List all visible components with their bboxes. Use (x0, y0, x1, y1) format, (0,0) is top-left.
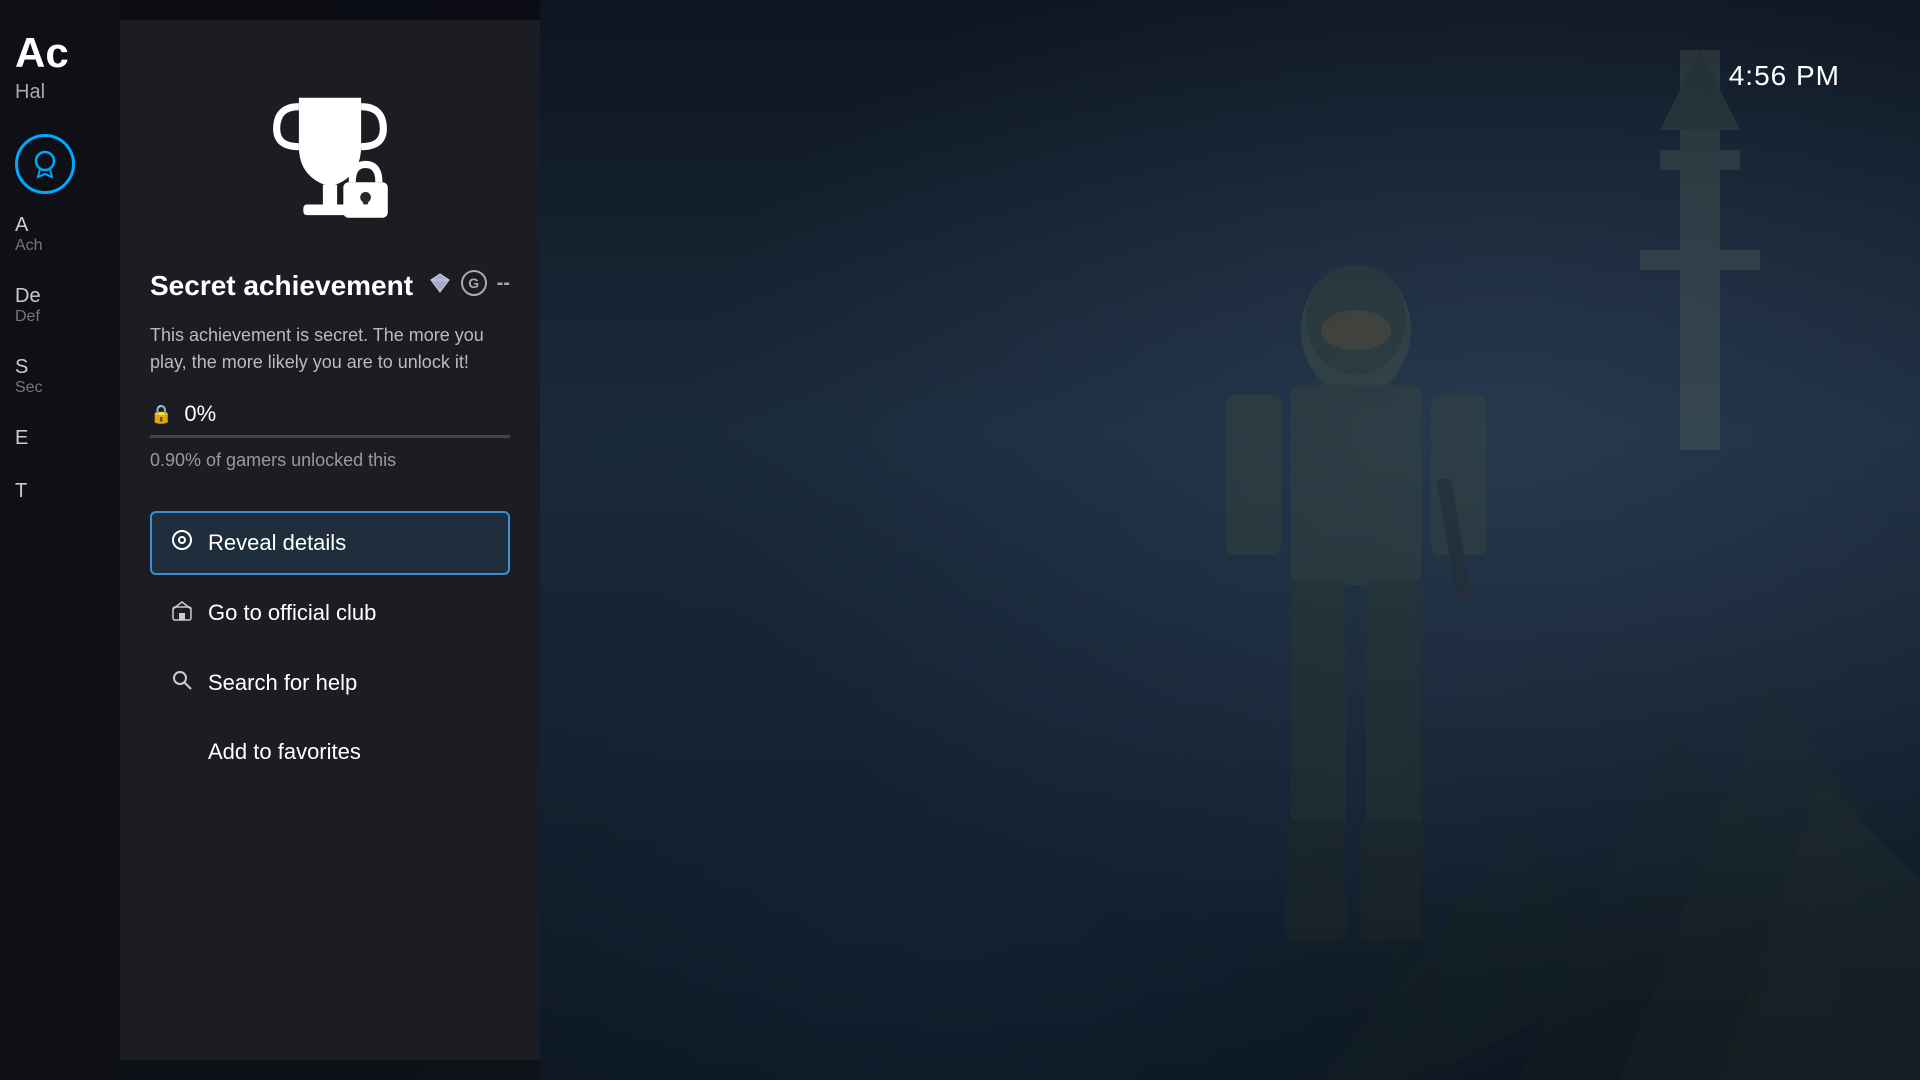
sidebar-item-label-0: A (15, 214, 105, 237)
gem-icon (429, 272, 451, 294)
sidebar-title: Ac (15, 30, 105, 76)
search-for-help-label: Search for help (208, 670, 357, 696)
club-icon (170, 599, 194, 627)
sidebar-item-label-1: De (15, 285, 105, 308)
background-tower (1600, 50, 1800, 450)
sidebar-item-4[interactable]: T (15, 480, 105, 503)
sidebar-item-label-4: T (15, 480, 105, 503)
add-to-favorites-button[interactable]: Add to favorites (150, 721, 510, 783)
clock: 4:56 PM (1729, 60, 1840, 92)
soldier-silhouette (1146, 230, 1566, 1080)
sidebar-game-title: Hal (15, 81, 105, 104)
menu-list: Reveal details Go to official club Se (150, 511, 510, 789)
reveal-icon (170, 529, 194, 557)
progress-bar-background (150, 435, 510, 438)
halo-background (540, 0, 1920, 1080)
sidebar-item-label-3: E (15, 427, 105, 450)
reveal-details-label: Reveal details (208, 530, 346, 556)
search-for-help-button[interactable]: Search for help (150, 651, 510, 715)
sidebar-item-0[interactable]: A Ach (15, 214, 105, 255)
sidebar-item-sub-2: Sec (15, 379, 105, 397)
gamerscore-icon: G (461, 270, 487, 296)
add-to-favorites-label: Add to favorites (208, 739, 361, 765)
sidebar-item-3[interactable]: E (15, 427, 105, 450)
sidebar: Ac Hal A Ach De Def S Sec E T (0, 0, 120, 1080)
lock-icon: 🔒 (150, 404, 172, 425)
sidebar-items: A Ach De Def S Sec E T (15, 214, 105, 503)
sidebar-item-label-2: S (15, 356, 105, 379)
progress-area: 🔒 0% 0.90% of gamers unlocked this (150, 401, 510, 496)
achievement-header: Secret achievement G -- (150, 270, 510, 310)
achievement-score: -- (497, 272, 510, 295)
reveal-details-button[interactable]: Reveal details (150, 511, 510, 575)
achievement-description: This achievement is secret. The more you… (150, 322, 510, 376)
gamers-unlocked-text: 0.90% of gamers unlocked this (150, 450, 510, 471)
go-to-club-button[interactable]: Go to official club (150, 581, 510, 645)
go-to-club-label: Go to official club (208, 600, 376, 626)
sidebar-achievement-icon (15, 134, 75, 194)
progress-percentage: 0% (184, 401, 216, 427)
sidebar-item-sub-0: Ach (15, 237, 105, 255)
sidebar-item-2[interactable]: S Sec (15, 356, 105, 397)
sidebar-item-1[interactable]: De Def (15, 285, 105, 326)
popup-panel: Secret achievement G -- This achievement… (120, 20, 540, 1060)
progress-row: 🔒 0% (150, 401, 510, 427)
trophy-locked-icon (250, 80, 410, 240)
achievement-meta: G -- (429, 270, 510, 296)
sidebar-item-sub-1: Def (15, 308, 105, 326)
search-icon (170, 669, 194, 697)
trophy-area (150, 80, 510, 240)
